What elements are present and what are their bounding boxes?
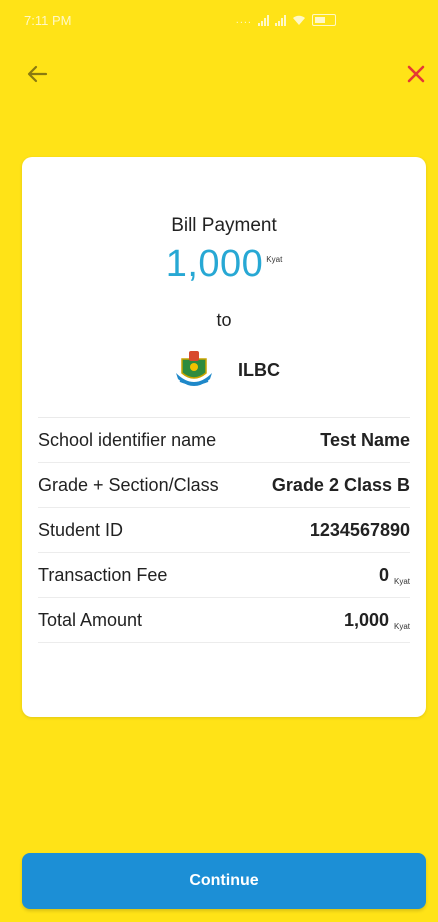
signal-icon-2 [275, 14, 286, 26]
school-crest-logo [176, 351, 212, 386]
payment-card: Bill Payment 1,000 Kyat to ILBC School id… [22, 157, 426, 717]
detail-row-student-id: Student ID 1234567890 [38, 508, 410, 553]
to-label: to [216, 310, 232, 330]
payee-name: ILBC [238, 359, 280, 380]
payment-amount: 1,000 [165, 243, 264, 285]
amount-row: 1,000 Kyat [22, 243, 426, 286]
detail-label: School identifier name [38, 429, 217, 450]
signal-icon [258, 14, 269, 26]
continue-button[interactable]: Continue [22, 853, 426, 909]
details-list: School identifier name Test Name Grade +… [38, 417, 410, 643]
wifi-icon [293, 15, 305, 25]
fee-unit: Kyat [393, 576, 410, 586]
close-icon[interactable] [404, 62, 428, 86]
detail-value: Test Name [320, 429, 410, 450]
status-dots: .... [235, 14, 252, 26]
detail-label: Transaction Fee [38, 564, 168, 585]
detail-label: Student ID [38, 519, 124, 540]
payee: ILBC [172, 349, 280, 391]
detail-value: 1,000 Kyat [343, 609, 410, 631]
detail-row-grade: Grade + Section/Class Grade 2 Class B [38, 463, 410, 508]
status-bar: 7:11 PM .... [0, 0, 438, 40]
detail-value: 1234567890 [309, 519, 410, 540]
detail-row-school-name: School identifier name Test Name [38, 418, 410, 463]
detail-value: 0 Kyat [378, 564, 410, 586]
total-unit: Kyat [393, 621, 410, 631]
detail-label: Grade + Section/Class [38, 474, 219, 495]
detail-row-total-amount: Total Amount 1,000 Kyat [38, 598, 410, 643]
nav-bar [0, 56, 438, 92]
battery-icon [312, 14, 336, 26]
detail-label: Total Amount [38, 609, 143, 630]
payment-title: Bill Payment [171, 215, 277, 236]
status-time: 7:11 PM [24, 12, 72, 28]
detail-value: Grade 2 Class B [271, 474, 410, 495]
detail-row-transaction-fee: Transaction Fee 0 Kyat [38, 553, 410, 598]
amount-unit: Kyat [266, 255, 283, 264]
arrow-left-icon[interactable] [24, 62, 52, 86]
status-icons: .... [236, 14, 336, 26]
